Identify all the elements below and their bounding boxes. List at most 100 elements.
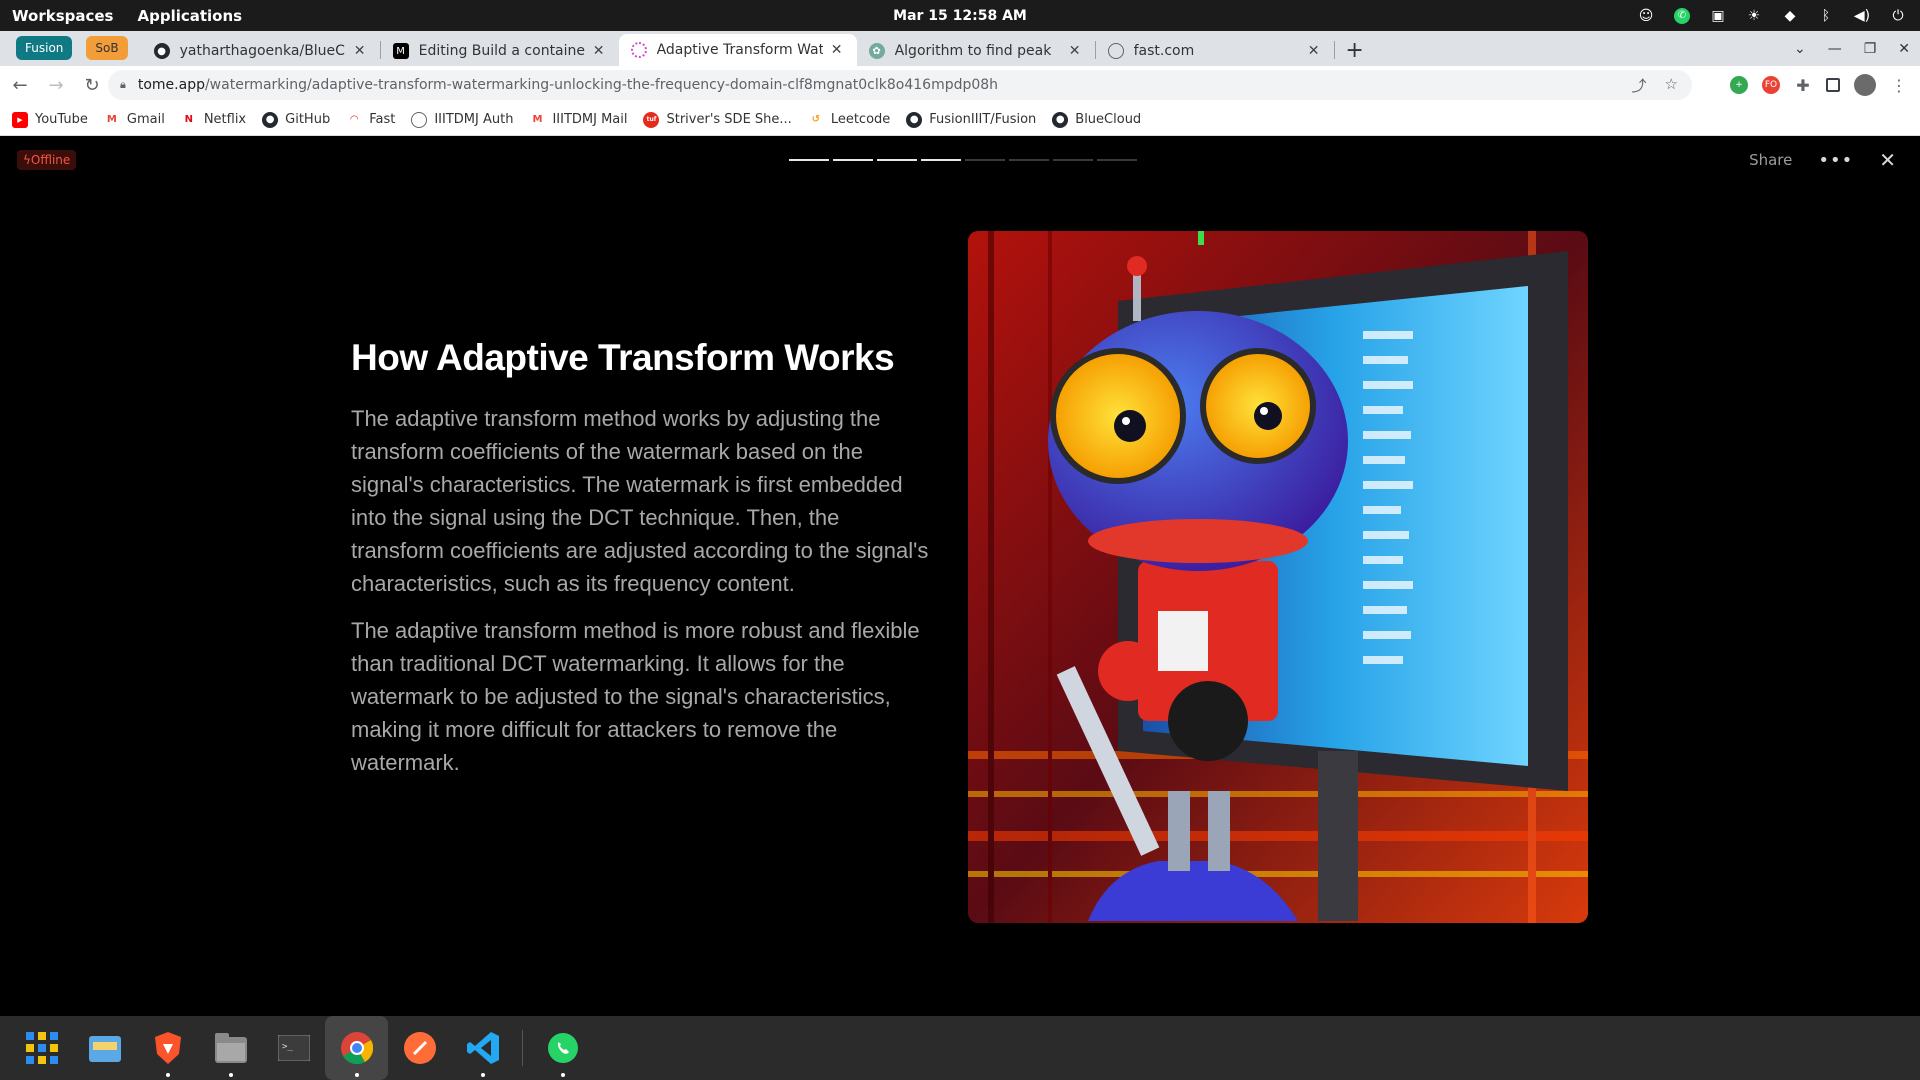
new-tab-button[interactable]: + bbox=[1341, 36, 1369, 64]
minimize-icon[interactable]: — bbox=[1828, 41, 1842, 57]
dock: >_ bbox=[0, 1016, 1920, 1080]
bookmark-fast[interactable]: ◠ Fast bbox=[346, 112, 395, 128]
dock-files[interactable] bbox=[199, 1016, 262, 1080]
running-indicator bbox=[165, 1073, 170, 1077]
bookmark-leetcode[interactable]: ↺ Leetcode bbox=[808, 112, 891, 128]
tab-search-icon[interactable]: ⌄ bbox=[1794, 41, 1806, 57]
terminal-icon: >_ bbox=[277, 1035, 310, 1061]
tab-group-fusion[interactable]: Fusion bbox=[16, 36, 73, 60]
slide-body: The adaptive transform method works by a… bbox=[351, 402, 931, 793]
dock-brave[interactable] bbox=[136, 1016, 199, 1080]
robot-illustration bbox=[968, 231, 1588, 923]
progress-segment[interactable] bbox=[877, 159, 917, 161]
close-tab-icon[interactable]: ✕ bbox=[591, 43, 607, 59]
tab-fast-com[interactable]: fast.com ✕ bbox=[1096, 36, 1334, 66]
dock-terminal[interactable]: >_ bbox=[262, 1016, 325, 1080]
tab-medium-editing[interactable]: M Editing Build a containerized ✕ bbox=[381, 36, 619, 66]
progress-segment[interactable] bbox=[921, 159, 961, 161]
lightning-icon: ϟ bbox=[23, 153, 31, 167]
indicator-icon[interactable]: ☺ bbox=[1638, 8, 1654, 24]
progress-segment[interactable] bbox=[965, 159, 1005, 161]
bookmark-label: Gmail bbox=[126, 112, 165, 127]
extension-green-icon[interactable]: + bbox=[1730, 76, 1748, 94]
close-tab-icon[interactable]: ✕ bbox=[829, 42, 845, 58]
close-tab-icon[interactable]: ✕ bbox=[1306, 43, 1322, 59]
profile-avatar[interactable] bbox=[1854, 74, 1876, 96]
bookmark-iiitdmj-mail[interactable]: M IIITDMJ Mail bbox=[529, 112, 627, 128]
bookmark-label: IIITDMJ Mail bbox=[552, 112, 628, 127]
bookmark-label: GitHub bbox=[285, 112, 331, 127]
close-icon[interactable]: ✕ bbox=[1879, 148, 1896, 172]
close-window-icon[interactable]: ✕ bbox=[1898, 41, 1910, 57]
more-options-icon[interactable]: ••• bbox=[1818, 150, 1853, 171]
maximize-icon[interactable]: ❐ bbox=[1864, 41, 1877, 57]
back-button[interactable]: ← bbox=[4, 69, 36, 101]
workspaces-button[interactable]: Workspaces bbox=[12, 7, 113, 25]
extensions-puzzle-icon[interactable]: ✚ bbox=[1794, 76, 1812, 95]
tab-group-sob[interactable]: SoB bbox=[86, 36, 128, 60]
bookmark-label: IIITDMJ Auth bbox=[434, 112, 514, 127]
bookmark-fusioniiit[interactable]: ● FusionIIIT/Fusion bbox=[906, 111, 1036, 128]
share-button[interactable]: Share bbox=[1749, 151, 1792, 169]
extension-red-icon[interactable]: FO bbox=[1762, 76, 1780, 94]
tome-presentation: ϟ Offline Share ••• ✕ How Adaptive Transf… bbox=[0, 137, 1920, 1016]
bookmark-star-icon[interactable]: ☆ bbox=[1665, 75, 1678, 96]
tab-title: Editing Build a containerized bbox=[418, 43, 585, 59]
running-indicator bbox=[560, 1073, 565, 1077]
fast-icon: ◠ bbox=[350, 114, 359, 125]
volume-icon[interactable]: ◀) bbox=[1854, 8, 1870, 24]
gmail-icon: M bbox=[532, 114, 543, 125]
slide-progress[interactable] bbox=[789, 159, 1137, 161]
close-tab-icon[interactable]: ✕ bbox=[1067, 43, 1083, 59]
power-icon[interactable]: ⏻ bbox=[1890, 8, 1906, 24]
share-icon[interactable]: ⤴ bbox=[1632, 75, 1647, 96]
bookmark-netflix[interactable]: N Netflix bbox=[181, 112, 247, 128]
progress-segment[interactable] bbox=[789, 159, 829, 161]
progress-segment[interactable] bbox=[1053, 159, 1093, 161]
bookmark-iiitdmj-auth[interactable]: IIITDMJ Auth bbox=[411, 111, 514, 128]
dock-whatsapp[interactable] bbox=[531, 1016, 594, 1080]
clipboard-icon[interactable]: ▣ bbox=[1710, 8, 1726, 24]
brightness-icon[interactable]: ☀ bbox=[1746, 8, 1762, 24]
slide-title: How Adaptive Transform Works bbox=[351, 337, 895, 378]
running-indicator bbox=[480, 1073, 485, 1077]
dock-chrome[interactable] bbox=[325, 1016, 388, 1080]
dock-vscode[interactable] bbox=[451, 1016, 514, 1080]
address-bar[interactable]: 🔒︎ tome.app/watermarking/adaptive-transf… bbox=[108, 70, 1692, 100]
bookmark-gmail[interactable]: M Gmail bbox=[104, 112, 165, 128]
extensions-area: + FO ✚ ⋮ bbox=[1730, 70, 1908, 100]
bookmark-bluecloud[interactable]: ● BlueCloud bbox=[1052, 111, 1141, 128]
youtube-icon: ▶ bbox=[12, 111, 28, 128]
progress-segment[interactable] bbox=[1097, 159, 1137, 161]
bluetooth-icon[interactable]: ᛒ bbox=[1818, 8, 1834, 24]
bookmark-youtube[interactable]: ▶ YouTube bbox=[12, 111, 88, 128]
applications-button[interactable]: Applications bbox=[137, 7, 242, 25]
clock[interactable]: Mar 15 12:58 AM bbox=[893, 8, 1027, 24]
close-tab-icon[interactable]: ✕ bbox=[352, 43, 368, 59]
menu-kebab-icon[interactable]: ⋮ bbox=[1890, 76, 1908, 95]
bookmark-github[interactable]: ● GitHub bbox=[262, 111, 331, 128]
wifi-icon[interactable]: ◆ bbox=[1782, 8, 1798, 24]
dock-file-manager[interactable] bbox=[73, 1016, 136, 1080]
whatsapp-tray-icon[interactable]: ✆ bbox=[1674, 7, 1690, 24]
tome-icon bbox=[630, 42, 647, 58]
tab-bluecloud[interactable]: ● yatharthagoenka/BlueCloud ✕ bbox=[142, 36, 380, 66]
bookmark-label: Fast bbox=[369, 112, 396, 127]
app-grid-button[interactable] bbox=[10, 1016, 73, 1080]
window-controls: ⌄ — ❐ ✕ bbox=[1794, 31, 1910, 66]
github-icon: ● bbox=[153, 43, 170, 59]
running-indicator bbox=[228, 1073, 233, 1077]
bookmark-striver-sde[interactable]: tuf Striver's SDE She... bbox=[643, 111, 792, 128]
tab-title: Adaptive Transform Watermar bbox=[656, 42, 823, 58]
side-panel-icon[interactable] bbox=[1826, 78, 1840, 92]
tab-algorithm-peak[interactable]: ✿ Algorithm to find peak ✕ bbox=[857, 36, 1095, 66]
lock-icon[interactable]: 🔒︎ bbox=[120, 78, 126, 92]
forward-button[interactable]: → bbox=[40, 69, 72, 101]
url-host: tome.app bbox=[137, 77, 205, 93]
progress-segment[interactable] bbox=[833, 159, 873, 161]
app-grid-icon bbox=[25, 1032, 58, 1064]
tab-adaptive-transform[interactable]: Adaptive Transform Watermar ✕ bbox=[618, 34, 857, 66]
dock-postman[interactable] bbox=[388, 1016, 451, 1080]
progress-segment[interactable] bbox=[1009, 159, 1049, 161]
reload-button[interactable]: ↻ bbox=[76, 69, 108, 101]
